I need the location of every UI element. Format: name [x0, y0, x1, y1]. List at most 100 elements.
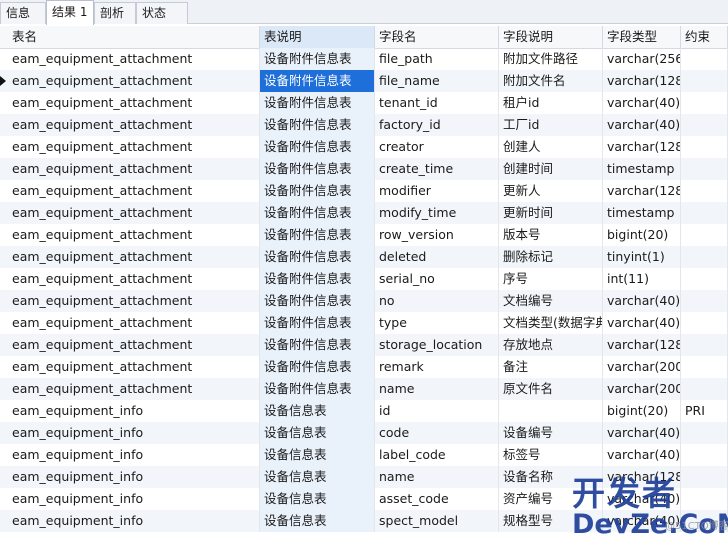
- table-row[interactable]: eam_equipment_info 设备信息表 spect_model 规格型号 va…: [0, 510, 728, 532]
- table-row[interactable]: eam_equipment_attachment 设备附件信息表 storage_l…: [0, 334, 728, 356]
- cell-table-comment[interactable]: 设备信息表: [260, 444, 375, 466]
- table-row[interactable]: eam_equipment_info 设备信息表 name 设备名称 varchar(1…: [0, 466, 728, 488]
- cell-table-name[interactable]: eam_equipment_attachment: [8, 268, 260, 290]
- cell-constraint[interactable]: [681, 444, 728, 466]
- cell-field-name[interactable]: row_version: [375, 224, 499, 246]
- cell-table-name[interactable]: eam_equipment_attachment: [8, 48, 260, 70]
- table-row[interactable]: eam_equipment_attachment 设备附件信息表 creator 创建…: [0, 136, 728, 158]
- cell-field-name[interactable]: asset_code: [375, 488, 499, 510]
- cell-table-name[interactable]: eam_equipment_attachment: [8, 290, 260, 312]
- table-row[interactable]: eam_equipment_attachment 设备附件信息表 tenant_id…: [0, 92, 728, 114]
- cell-field-type[interactable]: timestamp: [603, 202, 681, 224]
- cell-table-comment[interactable]: 设备附件信息表: [260, 378, 375, 400]
- cell-field-type[interactable]: varchar(200): [603, 356, 681, 378]
- cell-table-name[interactable]: eam_equipment_attachment: [8, 180, 260, 202]
- cell-field-name[interactable]: file_name: [375, 70, 499, 92]
- cell-field-comment[interactable]: 设备名称: [499, 466, 603, 488]
- table-row[interactable]: eam_equipment_attachment 设备附件信息表 file_name…: [0, 70, 728, 92]
- cell-table-name[interactable]: eam_equipment_attachment: [8, 246, 260, 268]
- cell-table-name[interactable]: eam_equipment_attachment: [8, 378, 260, 400]
- cell-field-type[interactable]: varchar(128): [603, 334, 681, 356]
- tab-profile[interactable]: 剖析: [94, 2, 136, 24]
- header-table-comment[interactable]: 表说明: [260, 26, 375, 48]
- cell-table-comment[interactable]: 设备信息表: [260, 422, 375, 444]
- table-row[interactable]: eam_equipment_info 设备信息表 code 设备编号 varchar(4…: [0, 422, 728, 444]
- table-row[interactable]: eam_equipment_attachment 设备附件信息表 remark 备注 v…: [0, 356, 728, 378]
- cell-table-name[interactable]: eam_equipment_attachment: [8, 334, 260, 356]
- cell-field-comment[interactable]: 设备编号: [499, 422, 603, 444]
- cell-field-type[interactable]: tinyint(1): [603, 246, 681, 268]
- cell-field-name[interactable]: name: [375, 466, 499, 488]
- cell-field-type[interactable]: varchar(200): [603, 378, 681, 400]
- cell-table-name[interactable]: eam_equipment_info: [8, 510, 260, 532]
- cell-field-comment[interactable]: 存放地点: [499, 334, 603, 356]
- cell-table-comment[interactable]: 设备附件信息表: [260, 180, 375, 202]
- table-row[interactable]: eam_equipment_attachment 设备附件信息表 type 文档类型(…: [0, 312, 728, 334]
- tab-info[interactable]: 信息: [0, 2, 46, 24]
- cell-constraint[interactable]: [681, 180, 728, 202]
- cell-table-name[interactable]: eam_equipment_info: [8, 422, 260, 444]
- cell-table-name[interactable]: eam_equipment_attachment: [8, 202, 260, 224]
- cell-field-comment[interactable]: 更新时间: [499, 202, 603, 224]
- cell-field-comment[interactable]: 删除标记: [499, 246, 603, 268]
- tab-result-1[interactable]: 结果 1: [46, 0, 94, 25]
- cell-table-name[interactable]: eam_equipment_info: [8, 466, 260, 488]
- cell-field-name[interactable]: label_code: [375, 444, 499, 466]
- cell-constraint[interactable]: [681, 202, 728, 224]
- cell-table-comment[interactable]: 设备信息表: [260, 488, 375, 510]
- cell-field-comment[interactable]: 版本号: [499, 224, 603, 246]
- cell-field-comment[interactable]: 序号: [499, 268, 603, 290]
- cell-field-comment[interactable]: 文档类型(数据字典: [499, 312, 603, 334]
- cell-field-comment[interactable]: 标签号: [499, 444, 603, 466]
- cell-field-name[interactable]: modifier: [375, 180, 499, 202]
- table-row[interactable]: eam_equipment_attachment 设备附件信息表 name 原文件名 v…: [0, 378, 728, 400]
- cell-field-name[interactable]: spect_model: [375, 510, 499, 532]
- cell-field-comment[interactable]: 工厂id: [499, 114, 603, 136]
- cell-table-comment[interactable]: 设备附件信息表: [260, 356, 375, 378]
- cell-table-comment[interactable]: 设备附件信息表: [260, 268, 375, 290]
- table-row[interactable]: eam_equipment_attachment 设备附件信息表 factory_i…: [0, 114, 728, 136]
- cell-table-name[interactable]: eam_equipment_attachment: [8, 158, 260, 180]
- cell-table-comment[interactable]: 设备附件信息表: [260, 114, 375, 136]
- cell-field-type[interactable]: timestamp: [603, 158, 681, 180]
- cell-constraint[interactable]: [681, 334, 728, 356]
- cell-field-type[interactable]: int(11): [603, 268, 681, 290]
- cell-field-name[interactable]: modify_time: [375, 202, 499, 224]
- table-row[interactable]: eam_equipment_info 设备信息表 asset_code 资产编号 var…: [0, 488, 728, 510]
- cell-table-name[interactable]: eam_equipment_attachment: [8, 136, 260, 158]
- cell-constraint[interactable]: [681, 114, 728, 136]
- table-row[interactable]: eam_equipment_info 设备信息表 id bigint(20) PRI: [0, 400, 728, 422]
- header-constraint[interactable]: 约束: [681, 26, 728, 48]
- cell-table-comment[interactable]: 设备附件信息表: [260, 202, 375, 224]
- header-field-comment[interactable]: 字段说明: [499, 26, 603, 48]
- cell-field-type[interactable]: varchar(40): [603, 312, 681, 334]
- cell-field-name[interactable]: code: [375, 422, 499, 444]
- cell-field-comment[interactable]: 规格型号: [499, 510, 603, 532]
- cell-field-name[interactable]: deleted: [375, 246, 499, 268]
- cell-field-comment[interactable]: 附加文件路径: [499, 48, 603, 70]
- cell-field-comment[interactable]: 创建人: [499, 136, 603, 158]
- cell-field-comment[interactable]: [499, 400, 603, 422]
- cell-table-comment[interactable]: 设备附件信息表: [260, 312, 375, 334]
- table-row[interactable]: eam_equipment_attachment 设备附件信息表 file_path…: [0, 48, 728, 70]
- cell-table-name[interactable]: eam_equipment_info: [8, 400, 260, 422]
- cell-table-name[interactable]: eam_equipment_attachment: [8, 92, 260, 114]
- cell-field-type[interactable]: varchar(40): [603, 114, 681, 136]
- cell-constraint[interactable]: [681, 356, 728, 378]
- cell-table-comment[interactable]: 设备附件信息表: [260, 48, 375, 70]
- cell-field-name[interactable]: creator: [375, 136, 499, 158]
- cell-field-name[interactable]: name: [375, 378, 499, 400]
- table-row[interactable]: eam_equipment_info 设备信息表 label_code 标签号 varc…: [0, 444, 728, 466]
- cell-field-name[interactable]: file_path: [375, 48, 499, 70]
- cell-table-comment[interactable]: 设备附件信息表: [260, 224, 375, 246]
- header-field-name[interactable]: 字段名: [375, 26, 499, 48]
- table-row[interactable]: eam_equipment_attachment 设备附件信息表 no 文档编号 var…: [0, 290, 728, 312]
- cell-field-type[interactable]: varchar(40): [603, 444, 681, 466]
- table-row[interactable]: eam_equipment_attachment 设备附件信息表 modifier 更…: [0, 180, 728, 202]
- cell-table-name[interactable]: eam_equipment_attachment: [8, 356, 260, 378]
- cell-table-comment[interactable]: 设备附件信息表: [260, 158, 375, 180]
- cell-table-name[interactable]: eam_equipment_info: [8, 444, 260, 466]
- cell-field-type[interactable]: varchar(128): [603, 466, 681, 488]
- cell-field-name[interactable]: remark: [375, 356, 499, 378]
- cell-field-name[interactable]: create_time: [375, 158, 499, 180]
